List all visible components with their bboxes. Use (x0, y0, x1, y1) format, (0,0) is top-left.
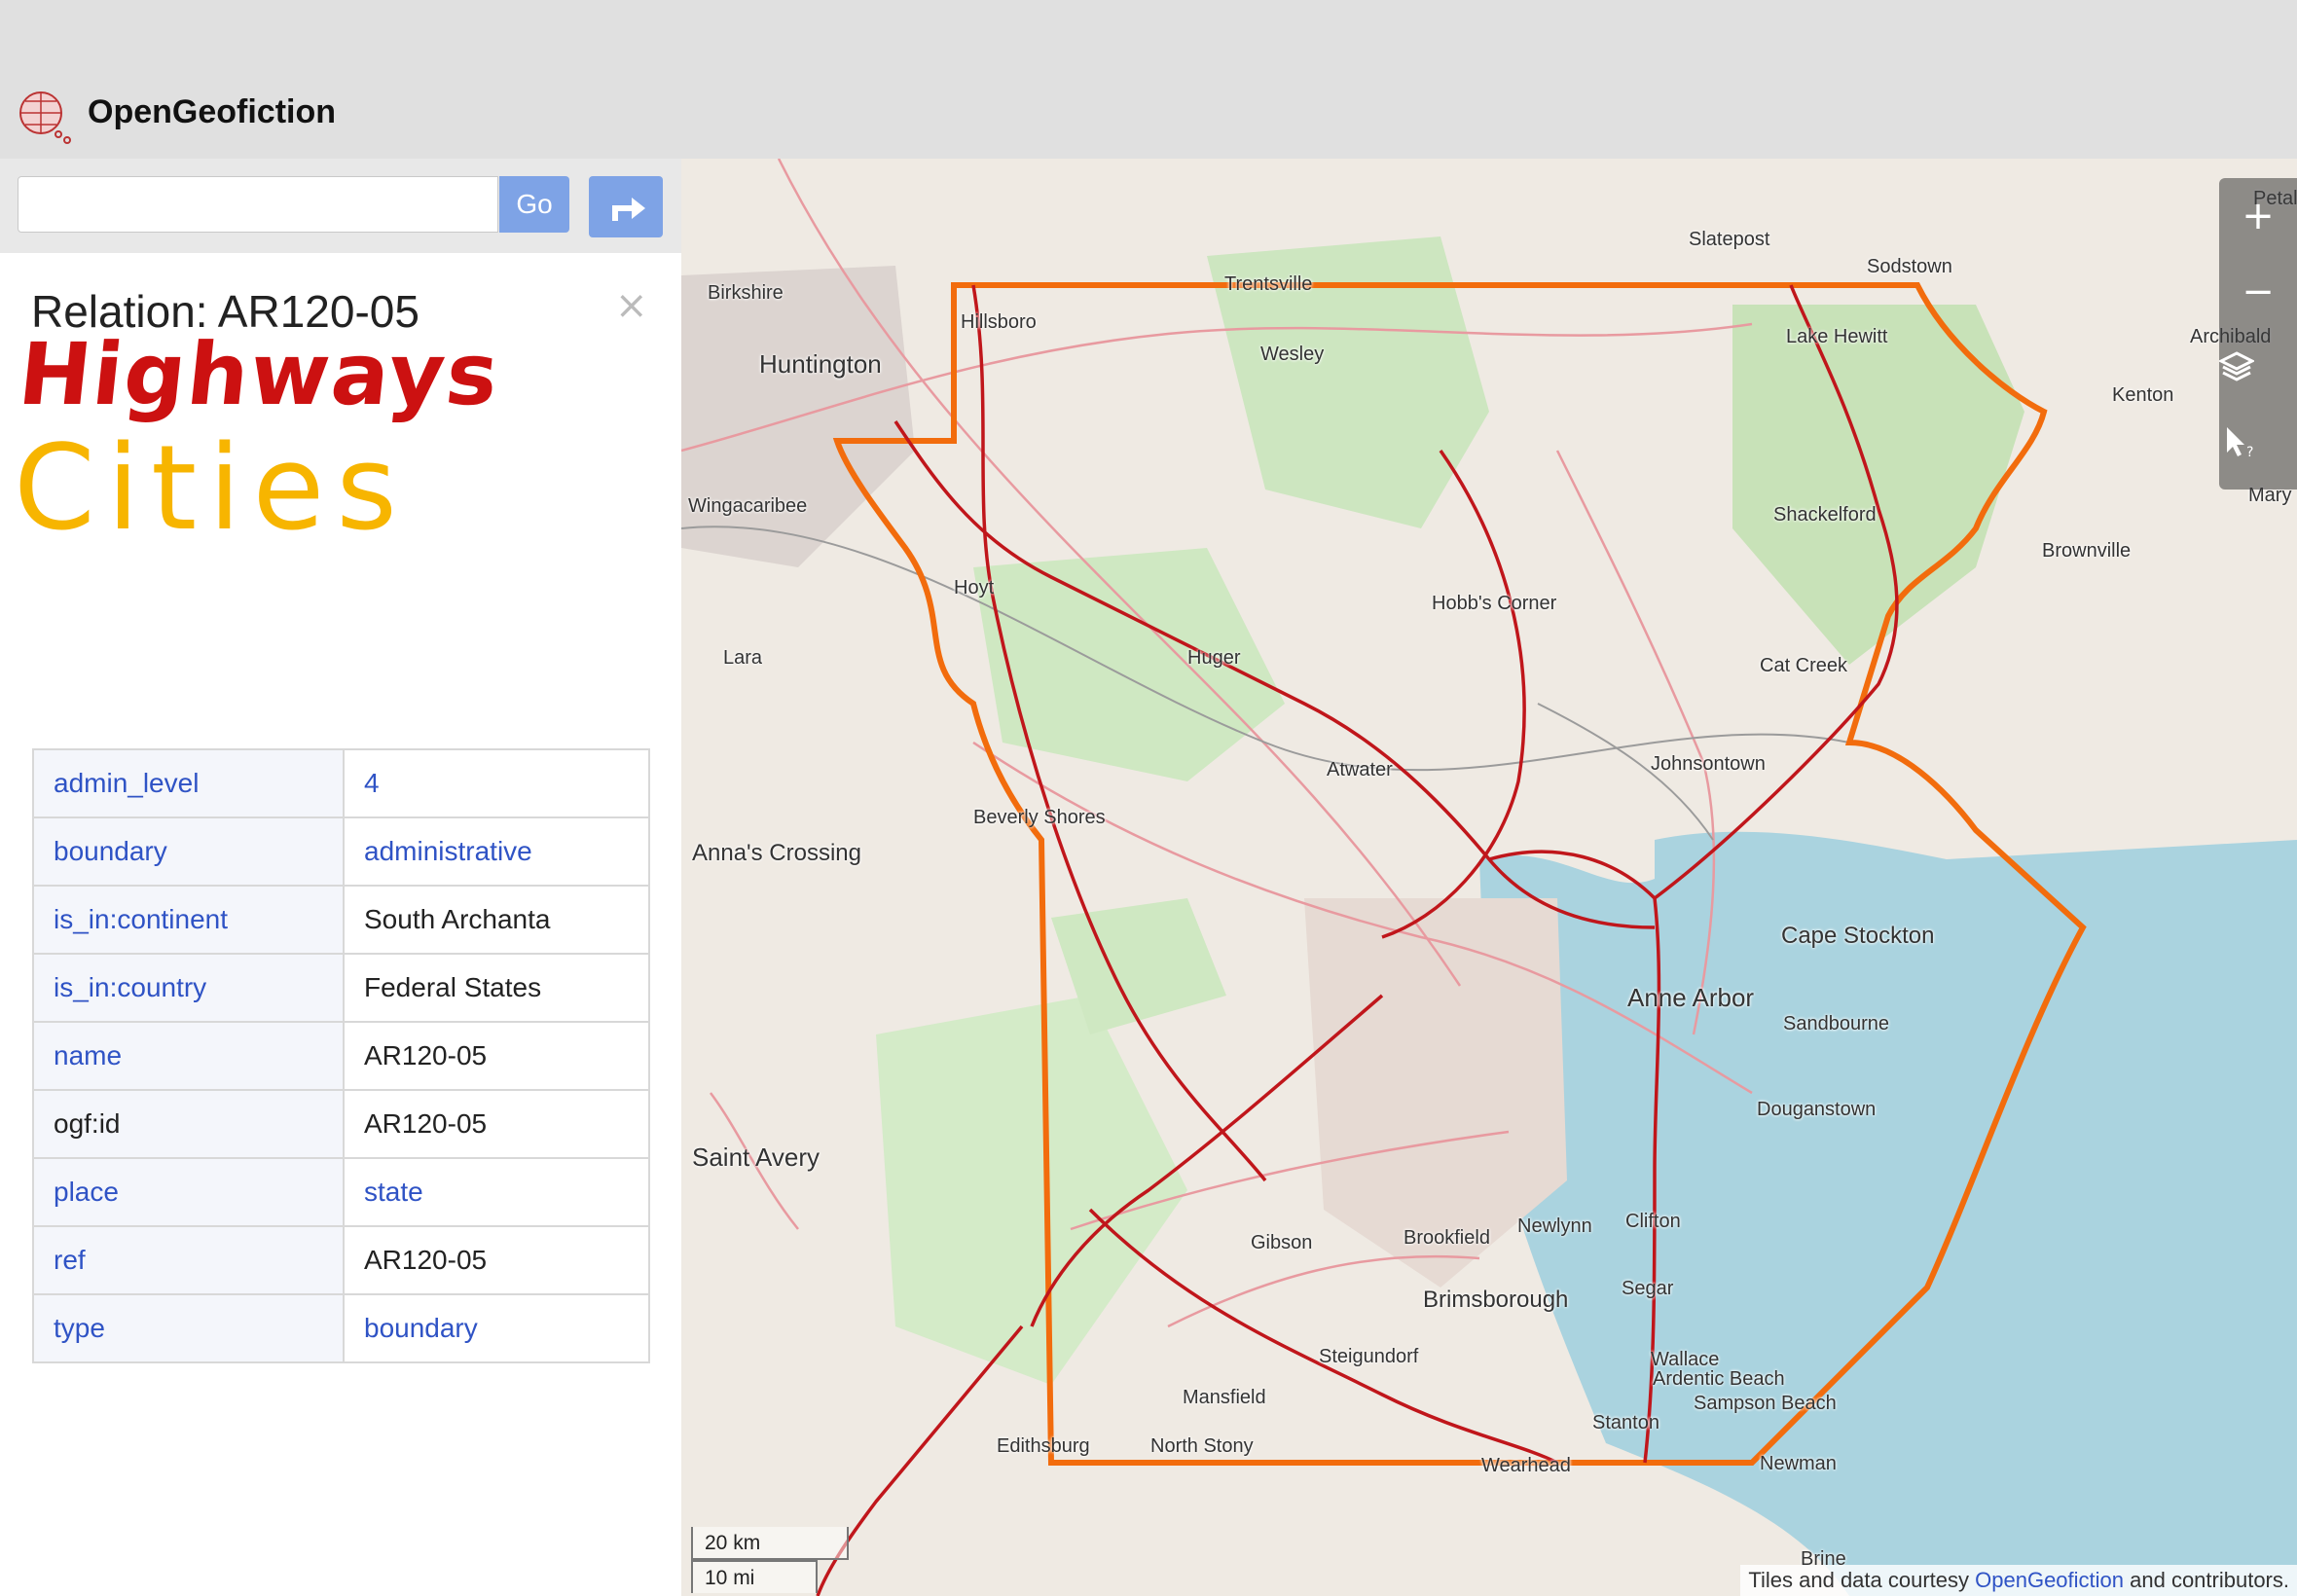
tag-key[interactable]: name (32, 1021, 345, 1091)
globe-logo-icon[interactable] (16, 88, 74, 146)
place-label: Saint Avery (692, 1143, 820, 1172)
scale-bar-mi: 10 mi (691, 1560, 818, 1593)
tag-value: AR120-05 (343, 1225, 650, 1295)
map-canvas[interactable] (681, 159, 2297, 1596)
tag-row: place state (32, 1157, 650, 1227)
place-label: Wearhead (1481, 1455, 1571, 1476)
layers-icon[interactable] (2219, 330, 2297, 406)
place-label: Sampson Beach (1694, 1393, 1837, 1414)
place-label: Brimsborough (1423, 1287, 1569, 1313)
place-label: Wingacaribee (688, 495, 808, 517)
place-label: Gibson (1251, 1232, 1313, 1253)
place-label: Ardentic Beach (1653, 1368, 1785, 1390)
place-label: Beverly Shores (973, 807, 1106, 828)
attribution-suffix: and contributors. (2124, 1568, 2289, 1592)
tag-key[interactable]: boundary (32, 816, 345, 887)
attribution: Tiles and data courtesy OpenGeofiction a… (1740, 1565, 2297, 1596)
place-label: Cat Creek (1760, 655, 1848, 676)
place-label: Sodstown (1867, 256, 1952, 277)
place-label: Mansfield (1183, 1387, 1266, 1408)
place-label: Huger (1187, 647, 1241, 669)
place-label: Lake Hewitt (1786, 326, 1888, 347)
place-label: Douganstown (1757, 1099, 1877, 1120)
place-label: Lara (723, 647, 763, 669)
place-label: Birkshire (708, 282, 784, 304)
tag-table: admin_level 4 boundary administrative is_in:… (32, 748, 650, 1363)
place-label: Slatepost (1689, 229, 1770, 250)
place-label: Clifton (1625, 1211, 1681, 1232)
tag-row: ref AR120-05 (32, 1225, 650, 1295)
place-label: Hobb's Corner (1432, 593, 1557, 614)
svg-text:?: ? (2246, 445, 2253, 460)
search-bar: Go (0, 159, 681, 253)
place-label: Newlynn (1517, 1215, 1592, 1237)
tag-value: AR120-05 (343, 1089, 650, 1159)
place-label: Steigundorf (1319, 1346, 1419, 1367)
place-label: Segar (1622, 1278, 1674, 1299)
place-label: Anna's Crossing (692, 840, 861, 866)
tag-key[interactable]: admin_level (32, 748, 345, 818)
place-label: Edithsburg (997, 1435, 1090, 1457)
tag-key[interactable]: is_in:continent (32, 885, 345, 955)
place-label: Brownville (2042, 540, 2132, 562)
tag-key[interactable]: place (32, 1157, 345, 1227)
handwritten-highways-label: Highways (14, 324, 505, 424)
place-label: Wesley (1260, 344, 1325, 365)
tag-row: name AR120-05 (32, 1021, 650, 1091)
tag-key: ogf:id (32, 1089, 345, 1159)
place-label: Cape Stockton (1781, 923, 1935, 949)
sidebar: Go Relation: AR120-05 × Highways Cities … (0, 159, 681, 1596)
place-label: Johnsontown (1651, 753, 1766, 775)
place-label: Shackelford (1773, 504, 1877, 526)
place-label: Huntington (759, 349, 882, 379)
scale-bar-km: 20 km (691, 1527, 849, 1560)
directions-icon (612, 198, 645, 221)
zoom-out-button[interactable]: − (2219, 254, 2297, 330)
query-features-icon[interactable]: ? (2219, 406, 2297, 482)
handwritten-cities-label: Cities (14, 421, 409, 557)
tag-row: is_in:continent South Archanta (32, 885, 650, 955)
go-button[interactable]: Go (499, 176, 569, 233)
map-view[interactable]: Slatepost Sodstown Trentsville Birkshire Hil… (681, 159, 2297, 1596)
tag-key[interactable]: is_in:country (32, 953, 345, 1023)
place-label: Hoyt (954, 577, 995, 598)
place-label: Brookfield (1404, 1227, 1490, 1249)
forest-area (1732, 305, 2024, 665)
tag-value: South Archanta (343, 885, 650, 955)
place-label: Trentsville (1224, 273, 1313, 295)
tag-row: ogf:id AR120-05 (32, 1089, 650, 1159)
map-controls: + − ? (2219, 178, 2297, 490)
tag-row: is_in:country Federal States (32, 953, 650, 1023)
place-label: Atwater (1327, 759, 1393, 780)
directions-button[interactable] (589, 176, 663, 237)
tag-value: AR120-05 (343, 1021, 650, 1091)
tag-value[interactable]: boundary (343, 1293, 650, 1363)
close-icon[interactable]: × (615, 283, 648, 328)
place-label: Stanton (1592, 1412, 1659, 1433)
tag-value: Federal States (343, 953, 650, 1023)
place-label: Anne Arbor (1627, 983, 1755, 1012)
tag-row: boundary administrative (32, 816, 650, 887)
tag-key[interactable]: ref (32, 1225, 345, 1295)
place-label: Hillsboro (961, 311, 1037, 333)
place-label: Sandbourne (1783, 1013, 1889, 1034)
tag-key[interactable]: type (32, 1293, 345, 1363)
tag-value[interactable]: 4 (343, 748, 650, 818)
brand-title[interactable]: OpenGeofiction (88, 93, 336, 131)
tag-value[interactable]: administrative (343, 816, 650, 887)
top-bar: OpenGeofiction (0, 0, 2297, 159)
attribution-link[interactable]: OpenGeofiction (1975, 1568, 2124, 1592)
zoom-in-button[interactable]: + (2219, 178, 2297, 254)
place-label: Kenton (2112, 384, 2174, 406)
tag-value[interactable]: state (343, 1157, 650, 1227)
tag-row: admin_level 4 (32, 748, 650, 818)
search-input[interactable] (18, 176, 498, 233)
place-label: Newman (1760, 1453, 1837, 1474)
attribution-prefix: Tiles and data courtesy (1748, 1568, 1976, 1592)
place-label: North Stony (1150, 1435, 1254, 1457)
tag-row: type boundary (32, 1293, 650, 1363)
